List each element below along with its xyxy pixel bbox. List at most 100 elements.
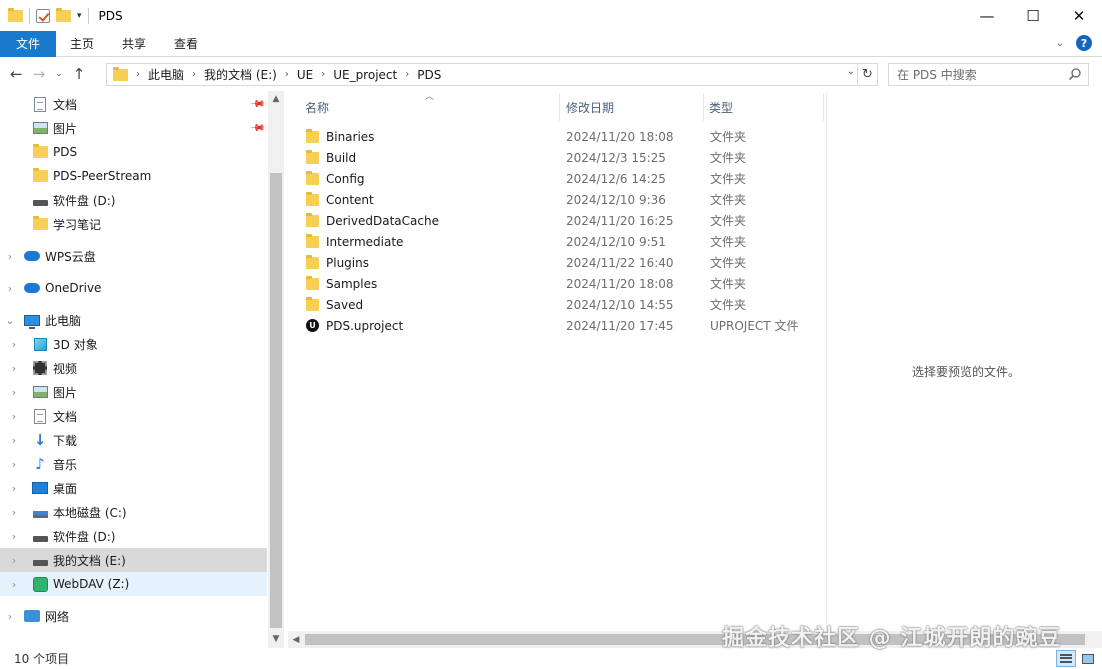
file-row-content[interactable]: Content 2024/12/10 9:36 文件夹 (306, 189, 826, 210)
large-icons-view-button[interactable] (1078, 650, 1098, 667)
chevron-right-icon[interactable]: › (134, 69, 142, 80)
desktop-icon (32, 480, 48, 496)
file-row-samples[interactable]: Samples 2024/11/20 18:08 文件夹 (306, 273, 826, 294)
search-input[interactable]: 在 PDS 中搜索 (888, 63, 1089, 86)
nav-item-label: WPS云盘 (45, 249, 96, 264)
file-row-build[interactable]: Build 2024/12/3 15:25 文件夹 (306, 147, 826, 168)
column-divider[interactable] (823, 93, 824, 121)
scroll-up-icon[interactable]: ▲ (268, 91, 284, 107)
expand-icon[interactable]: › (4, 282, 16, 295)
file-row-intermediate[interactable]: Intermediate 2024/12/10 9:51 文件夹 (306, 231, 826, 252)
pin-icon[interactable]: 📌 (248, 96, 265, 113)
file-row-config[interactable]: Config 2024/12/6 14:25 文件夹 (306, 168, 826, 189)
refresh-icon[interactable]: ↻ (858, 63, 878, 86)
tab-file[interactable]: 文件 (0, 30, 56, 57)
nav-item-drive-e[interactable]: › 我的文档 (E:) (0, 548, 267, 572)
properties-icon[interactable] (36, 8, 50, 23)
tab-home[interactable]: 主页 (56, 31, 108, 57)
breadcrumb-ue-project[interactable]: UE_project (327, 68, 403, 82)
breadcrumb-drive-e[interactable]: 我的文档 (E:) (198, 66, 283, 83)
file-row-binaries[interactable]: Binaries 2024/11/20 18:08 文件夹 (306, 126, 826, 147)
expand-icon[interactable]: › (8, 338, 20, 351)
help-icon[interactable]: ? (1076, 35, 1092, 51)
collapse-icon[interactable]: ⌄ (4, 314, 16, 327)
nav-item-quick-drive-d[interactable]: 软件盘 (D:) (0, 188, 267, 212)
customize-toolbar-arrow-icon[interactable]: ▾ (77, 11, 82, 21)
nav-item-quick-documents[interactable]: 文档 📌 (0, 92, 267, 116)
expand-icon[interactable]: › (8, 578, 20, 591)
maximize-button[interactable]: ☐ (1010, 0, 1056, 31)
nav-item-3d-objects[interactable]: › 3D 对象 (0, 332, 267, 356)
new-folder-icon[interactable] (56, 7, 71, 22)
file-row-plugins[interactable]: Plugins 2024/11/22 16:40 文件夹 (306, 252, 826, 273)
breadcrumb-pds[interactable]: PDS (411, 68, 447, 82)
chevron-right-icon[interactable]: › (403, 69, 411, 80)
tab-view[interactable]: 查看 (160, 31, 212, 57)
expand-icon[interactable]: › (8, 530, 20, 543)
chevron-right-icon[interactable]: › (319, 69, 327, 80)
nav-item-quick-pictures[interactable]: 图片 📌 (0, 116, 267, 140)
nav-item-quick-notes[interactable]: 学习笔记 (0, 212, 267, 236)
file-row-deriveddatacache[interactable]: DerivedDataCache 2024/11/20 16:25 文件夹 (306, 210, 826, 231)
nav-item-network[interactable]: › 网络 (0, 604, 267, 628)
file-name: PDS.uproject (326, 318, 404, 333)
nav-item-webdav[interactable]: › WebDAV (Z:) (0, 572, 267, 596)
pin-icon[interactable]: 📌 (248, 120, 265, 137)
recent-locations-icon[interactable]: ⌄ (55, 69, 63, 79)
expand-icon[interactable]: › (8, 410, 20, 423)
breadcrumb-ue[interactable]: UE (291, 68, 319, 82)
search-icon[interactable] (1068, 67, 1082, 81)
file-row-pds-uproject[interactable]: U PDS.uproject 2024/11/20 17:45 UPROJECT… (306, 315, 826, 336)
address-dropdown-icon[interactable]: ⌄ (847, 66, 855, 77)
nav-item-music[interactable]: › ♪ 音乐 (0, 452, 267, 476)
file-date: 2024/12/10 9:36 (566, 192, 666, 207)
minimize-button[interactable]: — (964, 0, 1010, 31)
nav-item-downloads[interactable]: › ↓ 下载 (0, 428, 267, 452)
scroll-left-icon[interactable]: ◀ (288, 631, 304, 648)
forward-icon[interactable]: → (33, 65, 46, 83)
address-bar[interactable]: › 此电脑 › 我的文档 (E:) › UE › UE_project › PD… (106, 63, 858, 86)
folder-icon (8, 7, 23, 22)
nav-item-drive-d[interactable]: › 软件盘 (D:) (0, 524, 267, 548)
expand-icon[interactable]: › (8, 506, 20, 519)
expand-icon[interactable]: › (8, 434, 20, 447)
column-divider[interactable] (703, 93, 704, 121)
expand-icon[interactable]: › (8, 362, 20, 375)
nav-item-quick-pds-peerstream[interactable]: PDS-PeerStream (0, 164, 267, 188)
column-header-type[interactable]: 类型 (709, 99, 733, 116)
expand-icon[interactable]: › (8, 458, 20, 471)
expand-icon[interactable]: › (4, 250, 16, 263)
nav-item-videos[interactable]: › 视频 (0, 356, 267, 380)
column-divider[interactable] (559, 93, 560, 121)
nav-item-wps-cloud[interactable]: › WPS云盘 (0, 244, 267, 268)
close-button[interactable]: ✕ (1056, 0, 1102, 31)
details-view-button[interactable] (1056, 650, 1076, 667)
chevron-right-icon[interactable]: › (190, 69, 198, 80)
scrollbar-thumb[interactable] (270, 173, 282, 628)
expand-icon[interactable]: › (8, 482, 20, 495)
nav-item-this-pc[interactable]: ⌄ 此电脑 (0, 308, 267, 332)
nav-item-quick-pds[interactable]: PDS (0, 140, 267, 164)
up-icon[interactable]: ↑ (73, 65, 86, 83)
expand-icon[interactable]: › (8, 386, 20, 399)
nav-item-pictures[interactable]: › 图片 (0, 380, 267, 404)
breadcrumb-this-pc[interactable]: 此电脑 (142, 66, 190, 83)
nav-item-documents[interactable]: › 文档 (0, 404, 267, 428)
nav-item-desktop[interactable]: › 桌面 (0, 476, 267, 500)
expand-icon[interactable]: › (4, 610, 16, 623)
file-date: 2024/12/10 9:51 (566, 234, 666, 249)
chevron-right-icon[interactable]: › (283, 69, 291, 80)
file-row-saved[interactable]: Saved 2024/12/10 14:55 文件夹 (306, 294, 826, 315)
tab-share[interactable]: 共享 (108, 31, 160, 57)
file-date: 2024/12/6 14:25 (566, 171, 666, 186)
expand-icon[interactable]: › (8, 554, 20, 567)
expand-ribbon-icon[interactable]: ⌄ (1056, 38, 1064, 49)
search-placeholder: 在 PDS 中搜索 (897, 68, 977, 82)
back-icon[interactable]: ← (10, 65, 23, 83)
nav-item-drive-c[interactable]: › 本地磁盘 (C:) (0, 500, 267, 524)
navigation-scrollbar[interactable]: ▲ ▼ (268, 91, 284, 648)
scroll-down-icon[interactable]: ▼ (268, 631, 284, 647)
nav-item-onedrive[interactable]: › OneDrive (0, 276, 267, 300)
column-header-date[interactable]: 修改日期 (566, 99, 614, 116)
column-header-name[interactable]: 名称 (305, 99, 329, 116)
